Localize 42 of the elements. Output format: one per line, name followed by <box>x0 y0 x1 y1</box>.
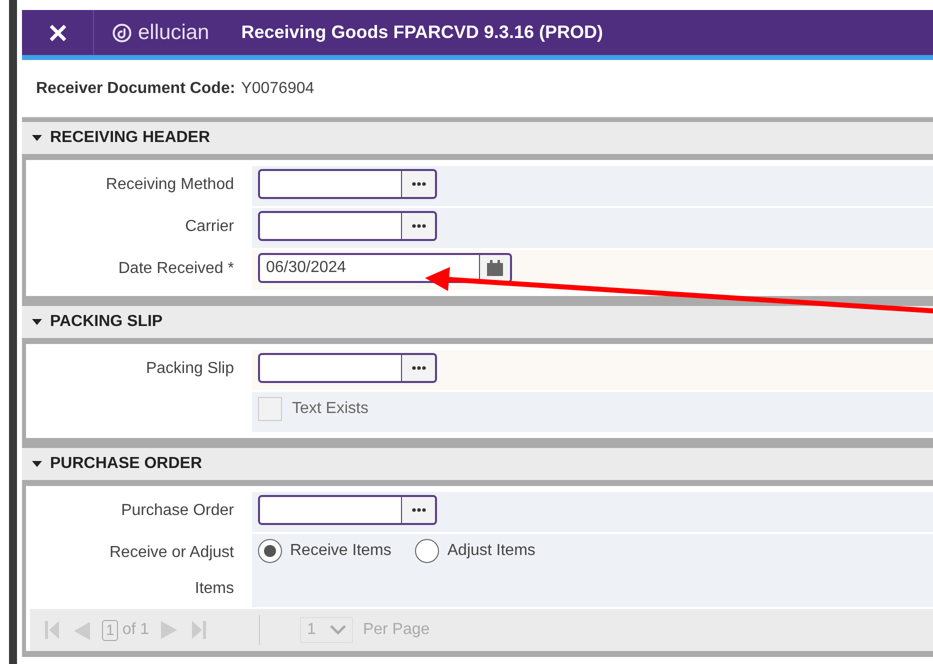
field-label: Receive or Adjust Items <box>108 543 234 599</box>
lookup-field[interactable] <box>258 353 402 383</box>
field-label: Receiving Method <box>106 175 234 195</box>
section-title: PACKING SLIP <box>50 313 163 331</box>
calendar-icon <box>486 259 504 277</box>
lookup-field[interactable] <box>258 169 402 199</box>
field-label: Receiver Document Code: <box>36 80 236 98</box>
checkbox[interactable] <box>258 397 282 421</box>
calendar-button[interactable] <box>480 253 512 283</box>
section-title: PURCHASE ORDER <box>50 455 202 473</box>
checkbox-label: Text Exists <box>292 400 368 418</box>
lookup-button[interactable] <box>402 495 437 525</box>
section-header[interactable]: PURCHASE ORDER <box>22 448 933 480</box>
lookup-field[interactable] <box>258 211 402 241</box>
ellipsis-icon <box>412 224 426 228</box>
radio-label: Adjust Items <box>447 542 536 560</box>
radio-button[interactable] <box>258 539 282 563</box>
section-title: RECEIVING HEADER <box>50 129 210 147</box>
ellipsis-icon <box>412 182 426 186</box>
window-title: Receiving Goods FPARCVD 9.3.16 (PROD) <box>241 22 603 43</box>
radio-button[interactable] <box>415 539 440 563</box>
ellipsis-icon <box>412 366 426 370</box>
field-label: Purchase Order <box>121 501 234 521</box>
field-value: Y0076904 <box>241 80 314 98</box>
per-page-label: Per Page <box>362 621 430 639</box>
lookup-button[interactable] <box>402 169 437 199</box>
lookup-button[interactable] <box>402 353 437 383</box>
field-label: Carrier <box>185 217 234 237</box>
page-count: of 1 <box>122 621 150 639</box>
lookup-field[interactable] <box>258 495 402 525</box>
close-icon <box>48 24 66 42</box>
ellipsis-icon <box>412 508 426 512</box>
lookup-button[interactable] <box>402 211 437 241</box>
brand-name: ellucian <box>138 20 210 44</box>
chevron-down-icon <box>330 625 346 635</box>
date-field[interactable]: 06/30/2024 <box>258 253 480 283</box>
radio-label: Receive Items <box>290 542 392 560</box>
section-header[interactable]: RECEIVING HEADER <box>22 122 933 154</box>
field-label: Packing Slip <box>146 359 234 379</box>
logo-icon <box>112 22 132 42</box>
section-header[interactable]: PACKING SLIP <box>22 306 933 338</box>
field-label: Date Received * <box>118 259 234 279</box>
